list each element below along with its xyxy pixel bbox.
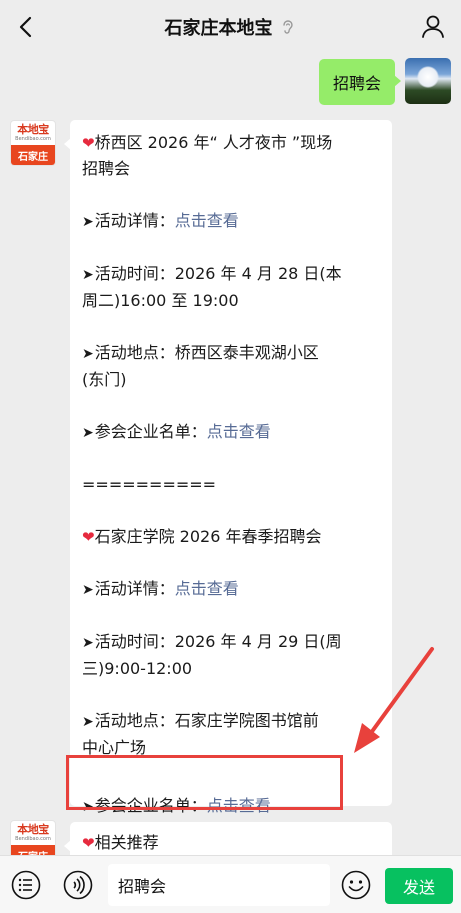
event2-title: ❤石家庄学院 2026 年春季招聘会	[82, 527, 322, 546]
arrow-icon: ➤	[82, 214, 94, 230]
self-message-bubble[interactable]: 招聘会	[318, 59, 402, 105]
arrow-icon: ➤	[82, 635, 94, 651]
arrow-icon: ➤	[82, 425, 94, 441]
self-message-row: 招聘会	[318, 58, 451, 105]
send-button[interactable]: 发送	[385, 868, 453, 904]
bot-avatar[interactable]: 本地宝 Bendibao.com 石家庄	[10, 120, 56, 166]
message-input[interactable]: 招聘会	[108, 864, 330, 906]
avatar-brand: 本地宝	[17, 123, 49, 136]
highlight-box	[66, 755, 343, 810]
divider-line: ==========	[82, 475, 217, 494]
event1-companies: ➤参会企业名单：点击查看	[82, 422, 271, 441]
event1-title: ❤桥西区 2026 年“ 人才夜市 ”现场	[82, 133, 333, 152]
arrow-icon: ➤	[82, 582, 94, 598]
event2-time-cont: 三)9:00-12:00	[82, 659, 193, 678]
emoji-icon[interactable]	[340, 869, 372, 901]
event2-details-link[interactable]: 点击查看	[175, 579, 239, 598]
chat-header: 石家庄本地宝	[0, 0, 461, 54]
heart-icon: ❤	[82, 528, 95, 546]
event1-details-link[interactable]: 点击查看	[175, 211, 239, 230]
avatar-city: 石家庄	[11, 145, 55, 165]
arrow-icon: ➤	[82, 267, 94, 283]
chat-title-group: 石家庄本地宝	[165, 14, 297, 40]
voice-input-icon[interactable]	[62, 869, 94, 901]
event1-time-cont: 周二)16:00 至 19:00	[82, 291, 239, 310]
chat-title: 石家庄本地宝	[164, 18, 273, 39]
highlight-arrow-icon	[354, 647, 434, 753]
avatar-domain: Bendibao.com	[15, 836, 51, 842]
avatar-domain: Bendibao.com	[15, 136, 51, 142]
recommend-title: ❤相关推荐	[82, 833, 159, 852]
event2-time: ➤活动时间：2026 年 4 月 29 日(周	[82, 632, 342, 651]
event1-place: ➤活动地点：桥西区泰丰观湖小区	[82, 343, 319, 362]
event2-place: ➤活动地点：石家庄学院图书馆前	[82, 711, 319, 730]
avatar-brand: 本地宝	[17, 823, 49, 836]
input-bar: 招聘会 发送	[0, 855, 461, 913]
arrow-icon: ➤	[82, 714, 94, 730]
user-profile-icon[interactable]	[419, 12, 447, 40]
event2-details: ➤活动详情：点击查看	[82, 579, 239, 598]
event1-time: ➤活动时间：2026 年 4 月 28 日(本	[82, 264, 342, 283]
heart-icon: ❤	[82, 134, 95, 152]
menu-list-icon[interactable]	[10, 869, 42, 901]
ear-mode-icon	[282, 20, 293, 34]
recruitment-message-bubble: ❤桥西区 2026 年“ 人才夜市 ”现场 招聘会 ➤活动详情：点击查看 ➤活动…	[64, 120, 392, 815]
event1-companies-link[interactable]: 点击查看	[207, 422, 271, 441]
self-avatar[interactable]	[405, 58, 451, 104]
event1-title-cont: 招聘会	[82, 159, 131, 178]
back-arrow-icon[interactable]	[14, 14, 40, 40]
arrow-icon: ➤	[82, 346, 94, 362]
event1-details: ➤活动详情：点击查看	[82, 211, 239, 230]
event1-place-cont: (东门)	[82, 370, 127, 389]
heart-icon: ❤	[82, 834, 95, 852]
